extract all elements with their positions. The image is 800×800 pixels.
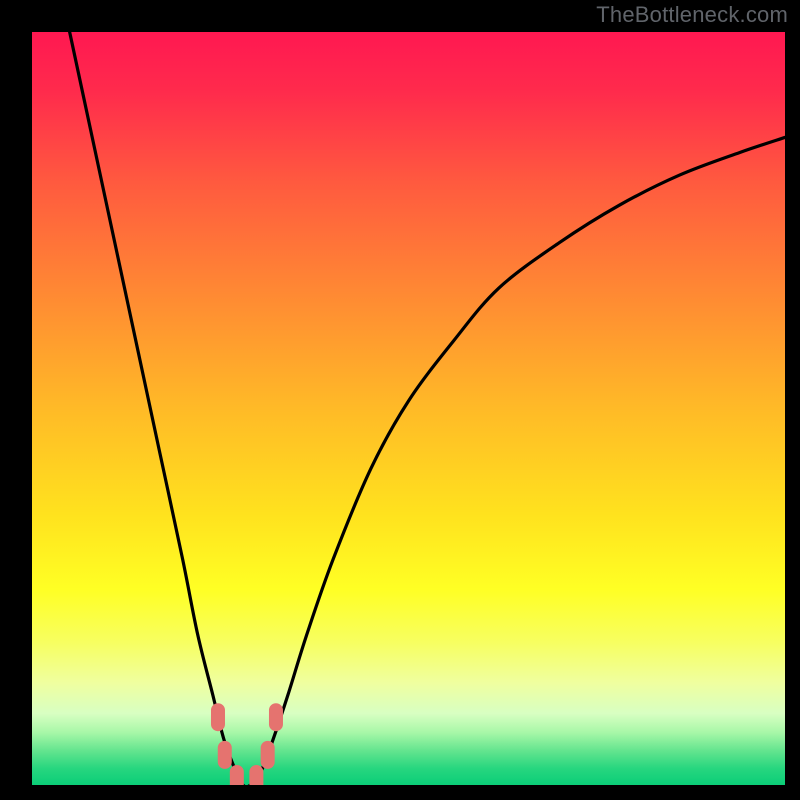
marker-pill — [218, 741, 232, 769]
marker-pill — [261, 741, 275, 769]
marker-pill — [249, 765, 263, 785]
attribution-text: TheBottleneck.com — [596, 2, 788, 28]
gradient-background — [32, 32, 785, 785]
marker-pill — [230, 765, 244, 785]
chart-frame: TheBottleneck.com — [0, 0, 800, 800]
chart-svg — [32, 32, 785, 785]
plot-area — [32, 32, 785, 785]
marker-pill — [269, 703, 283, 731]
marker-pill — [211, 703, 225, 731]
